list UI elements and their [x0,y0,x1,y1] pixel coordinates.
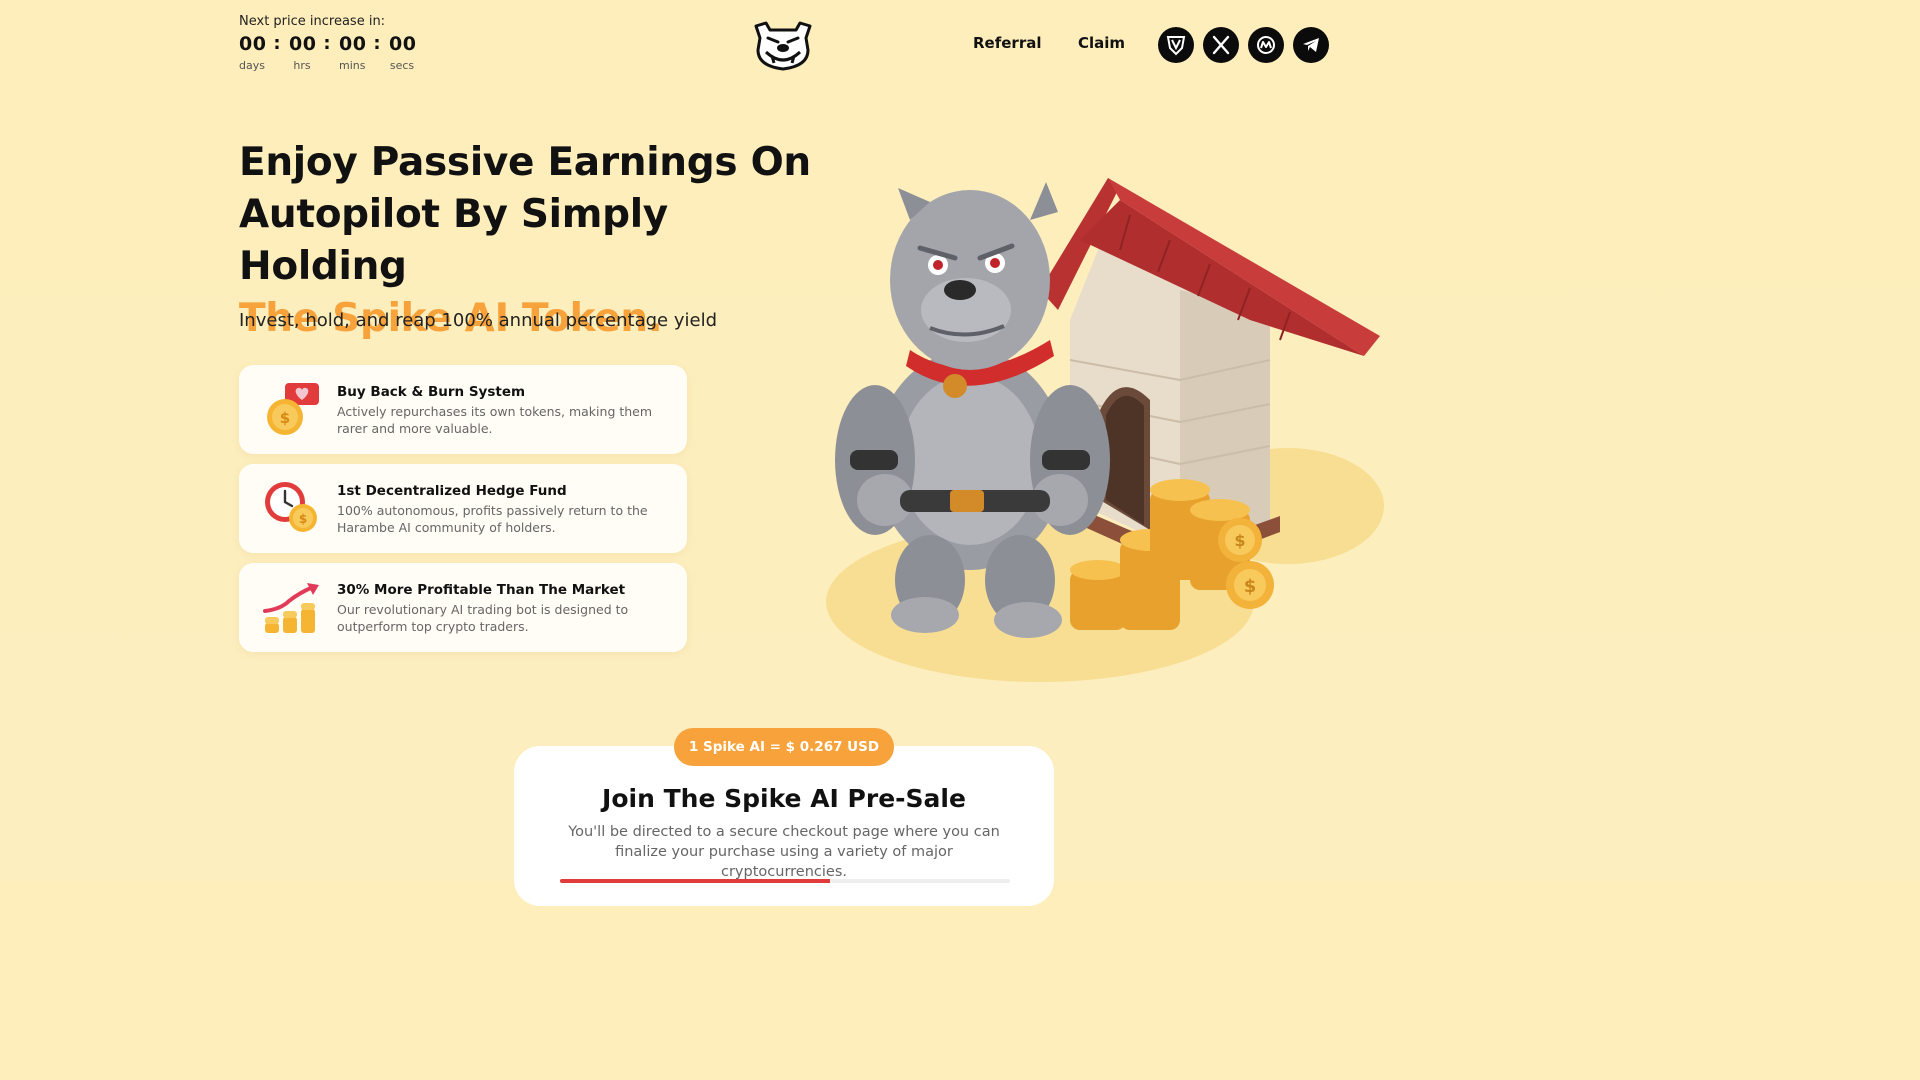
growth-chart-icon [263,579,323,635]
countdown-minutes-value: 00 [339,33,367,55]
feature-card: 30% More Profitable Than The Market Our … [239,563,687,652]
presale-progress-bar [560,879,1010,883]
feature-desc: Our revolutionary AI trading bot is desi… [337,602,629,634]
countdown-seconds: 00 secs [389,33,417,72]
countdown-days-unit: days [239,59,265,72]
bulldog-doghouse-illustration: $ $ [820,160,1400,690]
countdown-hours: 00 hrs [289,33,317,72]
bulldog-logo-icon[interactable] [752,20,814,72]
page: Next price increase in: 00 days : 00 hrs… [0,0,1568,906]
coin-heart-icon: $ [263,381,323,437]
hero-subtitle: Invest, hold, and reap 100% annual perce… [239,310,717,331]
countdown-separator: : [323,33,331,54]
feature-title: 30% More Profitable Than The Market [337,582,626,598]
x-icon[interactable] [1203,27,1239,63]
feature-desc: 100% autonomous, profits passively retur… [337,503,648,535]
nav-claim[interactable]: Claim [1078,34,1125,52]
countdown-hours-value: 00 [289,33,317,55]
feature-card: $ Buy Back & Burn System Actively repurc… [239,365,687,454]
svg-text:$: $ [299,512,307,526]
countdown-separator: : [373,33,381,54]
countdown-minutes-unit: mins [339,59,366,72]
countdown-seconds-value: 00 [389,33,417,55]
presale-card: Join The Spike AI Pre-Sale You'll be dir… [514,746,1054,906]
coinmarketcap-icon[interactable] [1248,27,1284,63]
feature-title: Buy Back & Burn System [337,384,526,400]
feature-title: 1st Decentralized Hedge Fund [337,483,567,499]
presale-title: Join The Spike AI Pre-Sale [602,784,966,813]
countdown-row: 00 days : 00 hrs : 00 mins : 00 secs [239,33,417,72]
svg-text:$: $ [1244,576,1257,597]
telegram-icon[interactable] [1293,27,1329,63]
nav-referral[interactable]: Referral [973,34,1041,52]
countdown-hours-unit: hrs [293,59,311,72]
svg-text:$: $ [1234,531,1245,550]
countdown-days: 00 days [239,33,267,72]
shield-logo-icon[interactable] [1158,27,1194,63]
presale-description: You'll be directed to a secure checkout … [568,824,1000,880]
countdown-minutes: 00 mins [339,33,367,72]
hero-title-line2: Autopilot By Simply Holding [239,192,668,289]
svg-text:$: $ [280,409,290,427]
countdown-separator: : [273,33,281,54]
countdown-label: Next price increase in: [239,14,386,29]
hero-title-line1: Enjoy Passive Earnings On [239,140,811,185]
clock-coin-icon: $ [263,480,323,536]
countdown: Next price increase in: 00 days : 00 hrs… [239,14,417,72]
price-badge: 1 Spike AI = $ 0.267 USD [674,728,894,766]
presale-progress-fill [560,879,830,883]
feature-desc: Actively repurchases its own tokens, mak… [337,404,653,436]
countdown-seconds-unit: secs [389,59,415,72]
countdown-days-value: 00 [239,33,267,55]
feature-card: $ 1st Decentralized Hedge Fund 100% auto… [239,464,687,553]
